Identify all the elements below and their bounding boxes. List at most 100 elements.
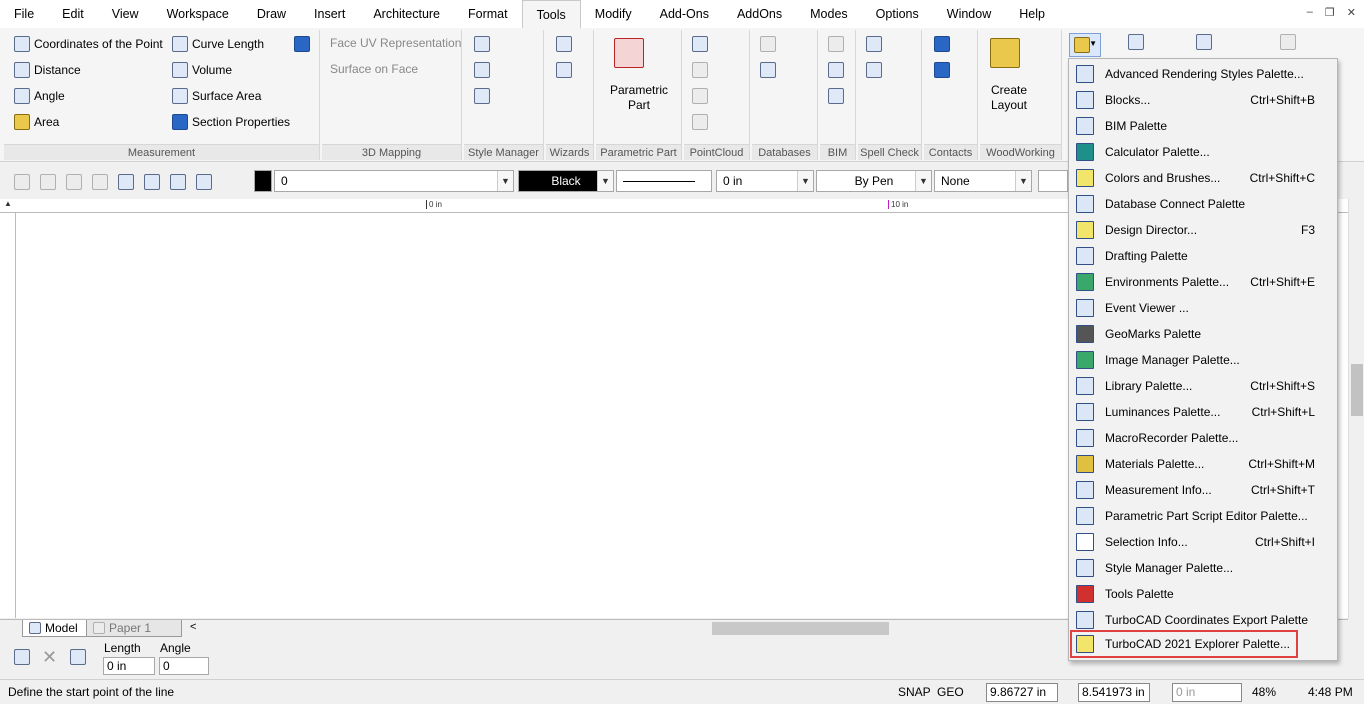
geo-toggle[interactable]: GEO: [937, 685, 964, 699]
contacts-button-1[interactable]: [934, 36, 950, 52]
style-manager-button-3[interactable]: [474, 88, 490, 104]
thickness-select[interactable]: 0 in ▼: [716, 170, 814, 192]
menu-addons[interactable]: AddOns: [723, 0, 796, 28]
parametric-part-icon-wrap[interactable]: [614, 38, 644, 68]
pattern-select[interactable]: None ▼: [934, 170, 1032, 192]
face-uv-button[interactable]: Face UV Representation: [330, 36, 461, 50]
menu-item-explorer-palette[interactable]: TurboCAD 2021 Explorer Palette...: [1070, 630, 1298, 658]
menu-item-coordinates-export[interactable]: TurboCAD Coordinates Export Palette: [1071, 607, 1335, 633]
input-table-icon[interactable]: [70, 649, 86, 665]
menu-view[interactable]: View: [98, 0, 153, 28]
style-manager-button-1[interactable]: [474, 36, 490, 52]
style-manager-button-2[interactable]: [474, 62, 490, 78]
table-icon[interactable]: [144, 174, 160, 190]
menu-modify[interactable]: Modify: [581, 0, 646, 28]
line-tool-icon[interactable]: [14, 649, 30, 665]
layer-select[interactable]: 0 ▼: [274, 170, 514, 192]
menu-help[interactable]: Help: [1005, 0, 1059, 28]
menu-item-measurement-info[interactable]: Measurement Info... Ctrl+Shift+T: [1071, 477, 1335, 503]
cancel-icon[interactable]: ✕: [42, 647, 57, 668]
database-button-1[interactable]: [760, 36, 776, 52]
y-coordinate[interactable]: 8.541973 in: [1078, 683, 1150, 702]
redo-icon[interactable]: [92, 174, 108, 190]
menu-edit[interactable]: Edit: [48, 0, 98, 28]
menu-item-geomarks[interactable]: GeoMarks Palette: [1071, 321, 1335, 347]
angle-button[interactable]: Angle: [14, 88, 65, 104]
menu-add-ons[interactable]: Add-Ons: [646, 0, 723, 28]
database-button-2[interactable]: [760, 62, 776, 78]
area-button[interactable]: Area: [14, 114, 59, 130]
angle-input[interactable]: 0: [159, 657, 209, 675]
snap-toggle[interactable]: SNAP: [898, 685, 931, 699]
menu-options[interactable]: Options: [862, 0, 933, 28]
menu-item-database-connect[interactable]: Database Connect Palette: [1071, 191, 1335, 217]
eye-icon[interactable]: [196, 174, 212, 190]
bim-button-3[interactable]: [828, 88, 844, 104]
menu-modes[interactable]: Modes: [796, 0, 862, 28]
parametric-part-button[interactable]: Parametric Part: [602, 83, 676, 113]
close-icon[interactable]: ✕: [1347, 6, 1356, 19]
undo-icon[interactable]: [66, 174, 82, 190]
create-layout-button[interactable]: Create Layout: [984, 83, 1034, 113]
menu-item-style-manager[interactable]: Style Manager Palette...: [1071, 555, 1335, 581]
menu-tools[interactable]: Tools: [521, 0, 581, 29]
menu-item-materials[interactable]: Materials Palette... Ctrl+Shift+M: [1071, 451, 1335, 477]
lasso-icon[interactable]: [118, 174, 134, 190]
menu-item-selection-info[interactable]: Selection Info... Ctrl+Shift+I: [1071, 529, 1335, 555]
wizard-button-2[interactable]: [556, 62, 572, 78]
menu-item-environments[interactable]: Environments Palette... Ctrl+Shift+E: [1071, 269, 1335, 295]
menu-item-blocks[interactable]: Blocks... Ctrl+Shift+B: [1071, 87, 1335, 113]
menu-item-bim-palette[interactable]: BIM Palette: [1071, 113, 1335, 139]
menu-item-colors-brushes[interactable]: Colors and Brushes... Ctrl+Shift+C: [1071, 165, 1335, 191]
spell-check-button-2[interactable]: [866, 62, 882, 78]
right-ribbon-button-1[interactable]: [1128, 34, 1144, 50]
distance-button[interactable]: Distance: [14, 62, 81, 78]
pointcloud-button-4[interactable]: [692, 114, 708, 130]
pen-select[interactable]: By Pen ▼: [816, 170, 932, 192]
menu-item-macrorecorder[interactable]: MacroRecorder Palette...: [1071, 425, 1335, 451]
surface-on-face-button[interactable]: Surface on Face: [330, 62, 418, 76]
pointcloud-button-1[interactable]: [692, 36, 708, 52]
menu-workspace[interactable]: Workspace: [153, 0, 243, 28]
menu-item-image-manager[interactable]: Image Manager Palette...: [1071, 347, 1335, 373]
menu-window[interactable]: Window: [933, 0, 1005, 28]
horizontal-scroll-thumb[interactable]: [712, 622, 889, 635]
menu-item-design-director[interactable]: Design Director... F3: [1071, 217, 1335, 243]
select-edit-icon[interactable]: [40, 174, 56, 190]
pointcloud-button-3[interactable]: [692, 88, 708, 104]
restore-icon[interactable]: ❐: [1325, 6, 1335, 19]
bim-button-1[interactable]: [828, 36, 844, 52]
menu-item-event-viewer[interactable]: Event Viewer ...: [1071, 295, 1335, 321]
color-select[interactable]: Black ▼: [518, 170, 614, 192]
right-ribbon-button-3[interactable]: [1280, 34, 1296, 50]
tab-model[interactable]: Model: [22, 620, 87, 637]
line-style-select[interactable]: [616, 170, 712, 192]
menu-insert[interactable]: Insert: [300, 0, 359, 28]
menu-item-library[interactable]: Library Palette... Ctrl+Shift+S: [1071, 373, 1335, 399]
spell-check-button-1[interactable]: [866, 36, 882, 52]
z-coordinate[interactable]: 0 in: [1172, 683, 1242, 702]
menu-file[interactable]: File: [0, 0, 48, 28]
curve-length-button[interactable]: Curve Length: [172, 36, 264, 52]
contacts-button-2[interactable]: [934, 62, 950, 78]
extra-field[interactable]: [1038, 170, 1068, 192]
vertical-scroll-thumb[interactable]: [1351, 364, 1363, 416]
create-layout-icon-wrap[interactable]: [990, 38, 1020, 68]
scroll-left-icon[interactable]: <: [190, 621, 196, 633]
menu-item-tools-palette[interactable]: Tools Palette: [1071, 581, 1335, 607]
layer-color-swatch[interactable]: [254, 170, 272, 192]
menu-item-advanced-rendering-styles[interactable]: Advanced Rendering Styles Palette...: [1071, 61, 1335, 87]
layers-icon[interactable]: [170, 174, 186, 190]
palettes-dropdown-button[interactable]: ▼: [1069, 33, 1101, 57]
menu-item-calculator[interactable]: Calculator Palette...: [1071, 139, 1335, 165]
properties-p-button[interactable]: [294, 36, 310, 52]
surface-area-button[interactable]: Surface Area: [172, 88, 261, 104]
menu-architecture[interactable]: Architecture: [359, 0, 454, 28]
pointcloud-button-2[interactable]: [692, 62, 708, 78]
menu-item-luminances[interactable]: Luminances Palette... Ctrl+Shift+L: [1071, 399, 1335, 425]
right-ribbon-button-2[interactable]: [1196, 34, 1212, 50]
volume-button[interactable]: Volume: [172, 62, 232, 78]
wizard-button-1[interactable]: [556, 36, 572, 52]
minimize-icon[interactable]: –: [1307, 6, 1313, 19]
menu-format[interactable]: Format: [454, 0, 522, 28]
